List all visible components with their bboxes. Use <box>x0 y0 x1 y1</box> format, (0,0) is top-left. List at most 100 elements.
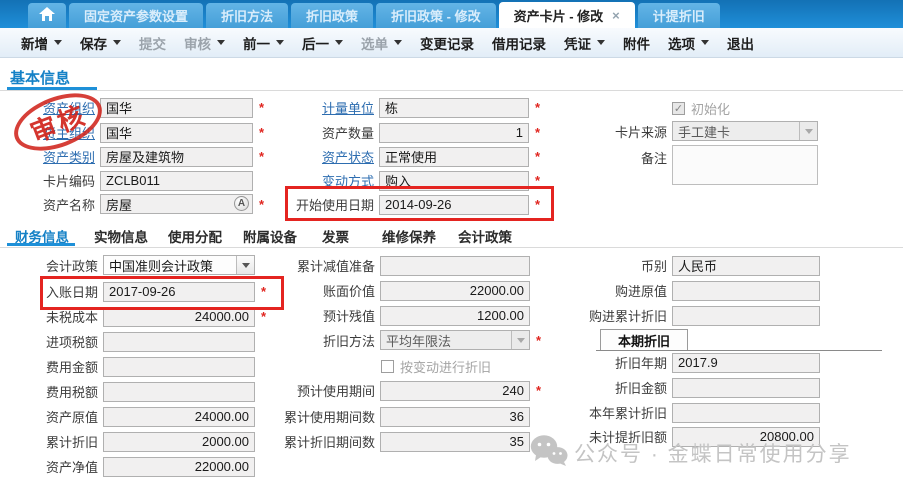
tab-depreciation-policy[interactable]: 折旧政策 <box>291 3 373 28</box>
chevron-down-icon <box>597 40 605 45</box>
ytd-depreciation-input[interactable] <box>672 403 820 423</box>
accum-depreciation-input[interactable] <box>103 432 255 452</box>
tab-label: 计提折旧 <box>653 6 705 25</box>
tab-fixed-asset-params[interactable]: 固定资产参数设置 <box>69 3 203 28</box>
tab-accrue-depreciation[interactable]: 计提折旧 <box>638 3 720 28</box>
asset-status-label[interactable]: 资产状态 <box>281 147 374 166</box>
button-label: 新增 <box>21 33 48 53</box>
fin-tab-allocation[interactable]: 使用分配 <box>168 226 222 246</box>
fin-tab-invoice[interactable]: 发票 <box>322 226 349 246</box>
purchase-accum-dep-input[interactable] <box>672 306 820 326</box>
entry-date-input[interactable] <box>103 282 255 302</box>
untaxed-cost-label: 未税成本 <box>2 307 98 326</box>
card-source-input[interactable] <box>672 121 818 141</box>
home-tab[interactable] <box>28 3 66 28</box>
book-value-row: 账面价值 <box>276 280 530 301</box>
impairment-reserve-input[interactable] <box>380 256 530 276</box>
dep-amount-input[interactable] <box>672 378 820 398</box>
depreciation-method-input[interactable] <box>380 330 530 350</box>
purchase-original-input[interactable] <box>672 281 820 301</box>
quantity-input[interactable] <box>379 123 529 143</box>
dropdown-button[interactable] <box>236 256 254 274</box>
ytd-depreciation-row: 本年累计折旧 <box>559 402 820 423</box>
tab-asset-card-edit[interactable]: 资产卡片 - 修改 × <box>499 2 635 28</box>
asset-org-input[interactable] <box>100 98 253 118</box>
unit-label[interactable]: 计量单位 <box>281 98 374 117</box>
required-mark: * <box>261 309 266 324</box>
options-button[interactable]: 选项 <box>659 33 718 53</box>
salvage-value-input[interactable] <box>380 306 530 326</box>
dep-year-period-row: 折旧年期 <box>559 352 820 373</box>
fee-tax-input[interactable] <box>103 382 255 402</box>
asset-name-input[interactable] <box>100 194 253 214</box>
asset-category-input[interactable] <box>100 147 253 167</box>
required-mark: * <box>259 125 264 140</box>
fee-amount-label: 费用金额 <box>2 357 98 376</box>
voucher-button[interactable]: 凭证 <box>555 33 614 53</box>
depreciated-periods-input[interactable] <box>380 432 530 452</box>
dep-amount-row: 折旧金额 <box>559 377 820 398</box>
dropdown-button[interactable] <box>799 122 817 140</box>
borrow-log-button[interactable]: 借用记录 <box>483 33 555 53</box>
owner-org-input[interactable] <box>100 123 253 143</box>
expected-periods-input[interactable] <box>380 381 530 401</box>
accounting-policy-row: 会计政策 <box>2 255 255 276</box>
save-button[interactable]: 保存 <box>71 33 130 53</box>
start-use-date-input[interactable] <box>379 195 529 215</box>
remark-row: 备注 <box>601 145 818 185</box>
asset-status-input[interactable] <box>379 147 529 167</box>
fee-amount-input[interactable] <box>103 357 255 377</box>
book-value-input[interactable] <box>380 281 530 301</box>
fin-tab-accounting-policy[interactable]: 会计政策 <box>458 226 512 246</box>
currency-row: 币别 <box>559 255 820 276</box>
unit-input[interactable] <box>379 98 529 118</box>
remark-input[interactable] <box>672 145 818 185</box>
change-log-button[interactable]: 变更记录 <box>411 33 483 53</box>
dropdown-button[interactable] <box>511 331 529 349</box>
expected-periods-row: 预计使用期间 * <box>276 380 541 401</box>
tab-depreciation-method[interactable]: 折旧方法 <box>206 3 288 28</box>
untaxed-cost-input[interactable] <box>103 307 255 327</box>
fin-tab-accessories[interactable]: 附属设备 <box>243 226 297 246</box>
depreciate-by-change-checkbox[interactable] <box>381 360 394 373</box>
tab-depreciation-policy-edit[interactable]: 折旧政策 - 修改 <box>376 3 496 28</box>
tab-label: 折旧政策 - 修改 <box>391 6 481 25</box>
card-code-input[interactable] <box>100 171 253 191</box>
basic-info-section-title[interactable]: 基本信息 <box>10 67 70 88</box>
impairment-reserve-label: 累计减值准备 <box>276 256 375 275</box>
change-mode-input[interactable] <box>379 171 529 191</box>
required-mark: * <box>535 173 540 188</box>
fin-tab-physical[interactable]: 实物信息 <box>94 226 148 246</box>
accounting-policy-input[interactable] <box>103 255 255 275</box>
undepreciated-row: 未计提折旧额 <box>559 426 820 447</box>
required-mark: * <box>535 100 540 115</box>
card-source-label: 卡片来源 <box>601 122 667 141</box>
original-value-input[interactable] <box>103 407 255 427</box>
currency-input[interactable] <box>672 256 820 276</box>
exit-button[interactable]: 退出 <box>718 33 763 53</box>
change-mode-label[interactable]: 变动方式 <box>281 171 374 190</box>
depreciated-periods-row: 累计折旧期间数 <box>276 431 530 452</box>
dep-year-period-input[interactable] <box>672 353 820 373</box>
initialized-checkbox[interactable]: ✓ <box>672 102 685 115</box>
card-source-select[interactable] <box>672 121 818 142</box>
accounting-policy-select[interactable] <box>103 255 255 276</box>
input-tax-input[interactable] <box>103 332 255 352</box>
fin-tab-maintenance[interactable]: 维修保养 <box>382 226 436 246</box>
depreciation-method-select[interactable] <box>380 330 530 351</box>
asset-name-wrap: A <box>100 194 253 215</box>
new-button[interactable]: 新增 <box>12 33 71 53</box>
close-icon[interactable]: × <box>612 8 620 23</box>
net-value-input[interactable] <box>103 457 255 477</box>
depreciation-method-row: 折旧方法 * <box>276 330 541 351</box>
chevron-down-icon <box>394 40 402 45</box>
attachment-button[interactable]: 附件 <box>614 33 659 53</box>
tab-label: 折旧方法 <box>221 6 273 25</box>
divider <box>0 90 903 91</box>
initialized-row: ✓ 初始化 <box>672 98 730 119</box>
used-periods-input[interactable] <box>380 407 530 427</box>
required-mark: * <box>535 149 540 164</box>
undepreciated-input[interactable] <box>672 427 820 447</box>
previous-button[interactable]: 前一 <box>234 33 293 53</box>
next-button[interactable]: 后一 <box>293 33 352 53</box>
